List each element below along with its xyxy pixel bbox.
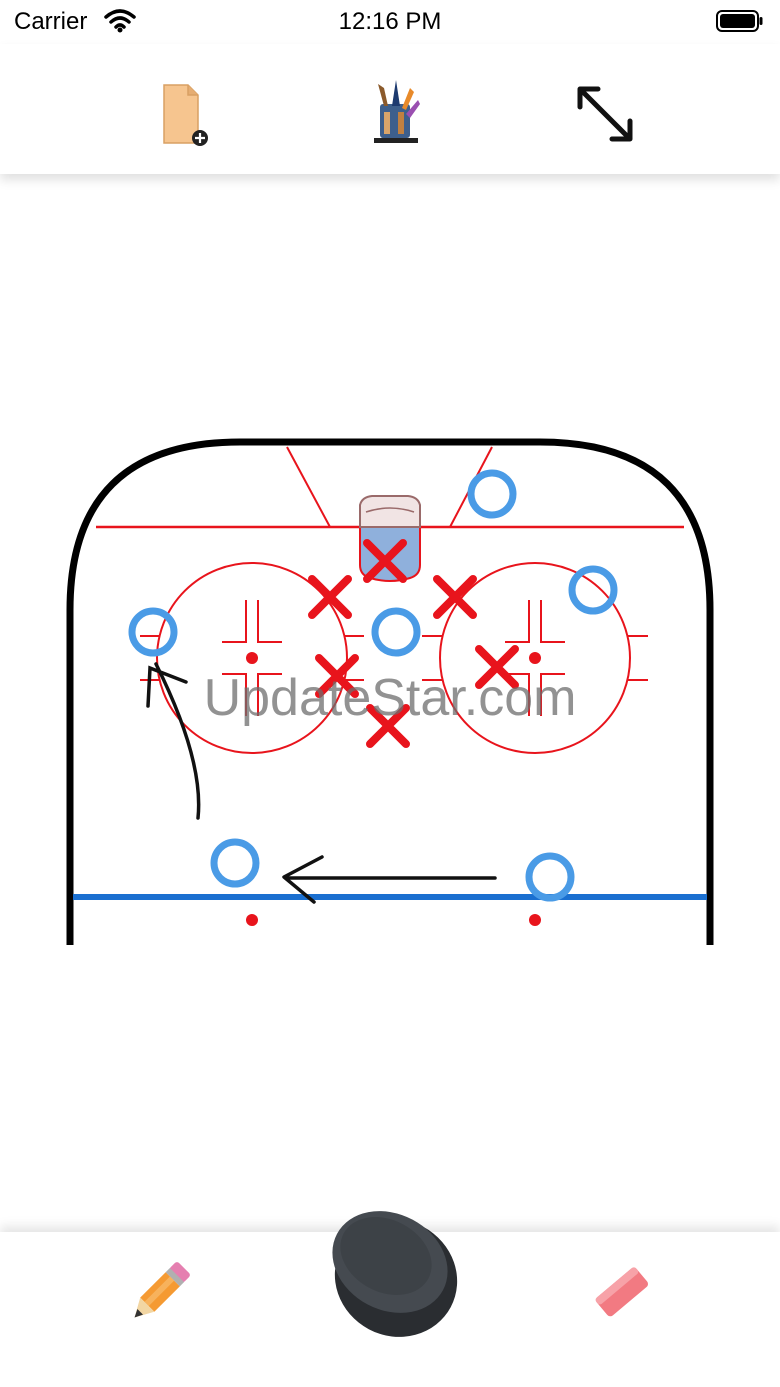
status-bar: Carrier 12:16 PM bbox=[0, 0, 780, 44]
battery-icon bbox=[716, 10, 763, 32]
player-x[interactable] bbox=[308, 575, 352, 619]
expand-arrows-icon bbox=[577, 86, 633, 142]
player-o[interactable] bbox=[128, 607, 178, 657]
top-toolbar bbox=[0, 44, 780, 174]
eraser-button[interactable] bbox=[582, 1252, 662, 1332]
puck-icon bbox=[332, 1211, 458, 1337]
player-o[interactable] bbox=[568, 565, 618, 615]
eraser-icon bbox=[595, 1267, 648, 1317]
drawing-tools-button[interactable] bbox=[355, 74, 435, 154]
player-o[interactable] bbox=[210, 838, 260, 888]
new-document-icon bbox=[163, 84, 208, 146]
trapezoid-line-left bbox=[286, 446, 331, 528]
player-o[interactable] bbox=[467, 469, 517, 519]
puck-button[interactable] bbox=[322, 1198, 467, 1343]
drawing-tools-icon bbox=[374, 80, 420, 143]
player-o[interactable] bbox=[371, 607, 421, 657]
player-o[interactable] bbox=[525, 852, 575, 902]
faceoff-dot bbox=[529, 914, 541, 926]
new-document-button[interactable] bbox=[140, 74, 220, 154]
pencil-icon bbox=[134, 1262, 190, 1318]
clock: 12:16 PM bbox=[338, 8, 442, 35]
player-x[interactable] bbox=[433, 575, 477, 619]
fullscreen-button[interactable] bbox=[565, 74, 645, 154]
watermark: UpdateStar.com bbox=[203, 669, 577, 727]
faceoff-dot bbox=[246, 914, 258, 926]
pencil-button[interactable] bbox=[120, 1252, 200, 1332]
